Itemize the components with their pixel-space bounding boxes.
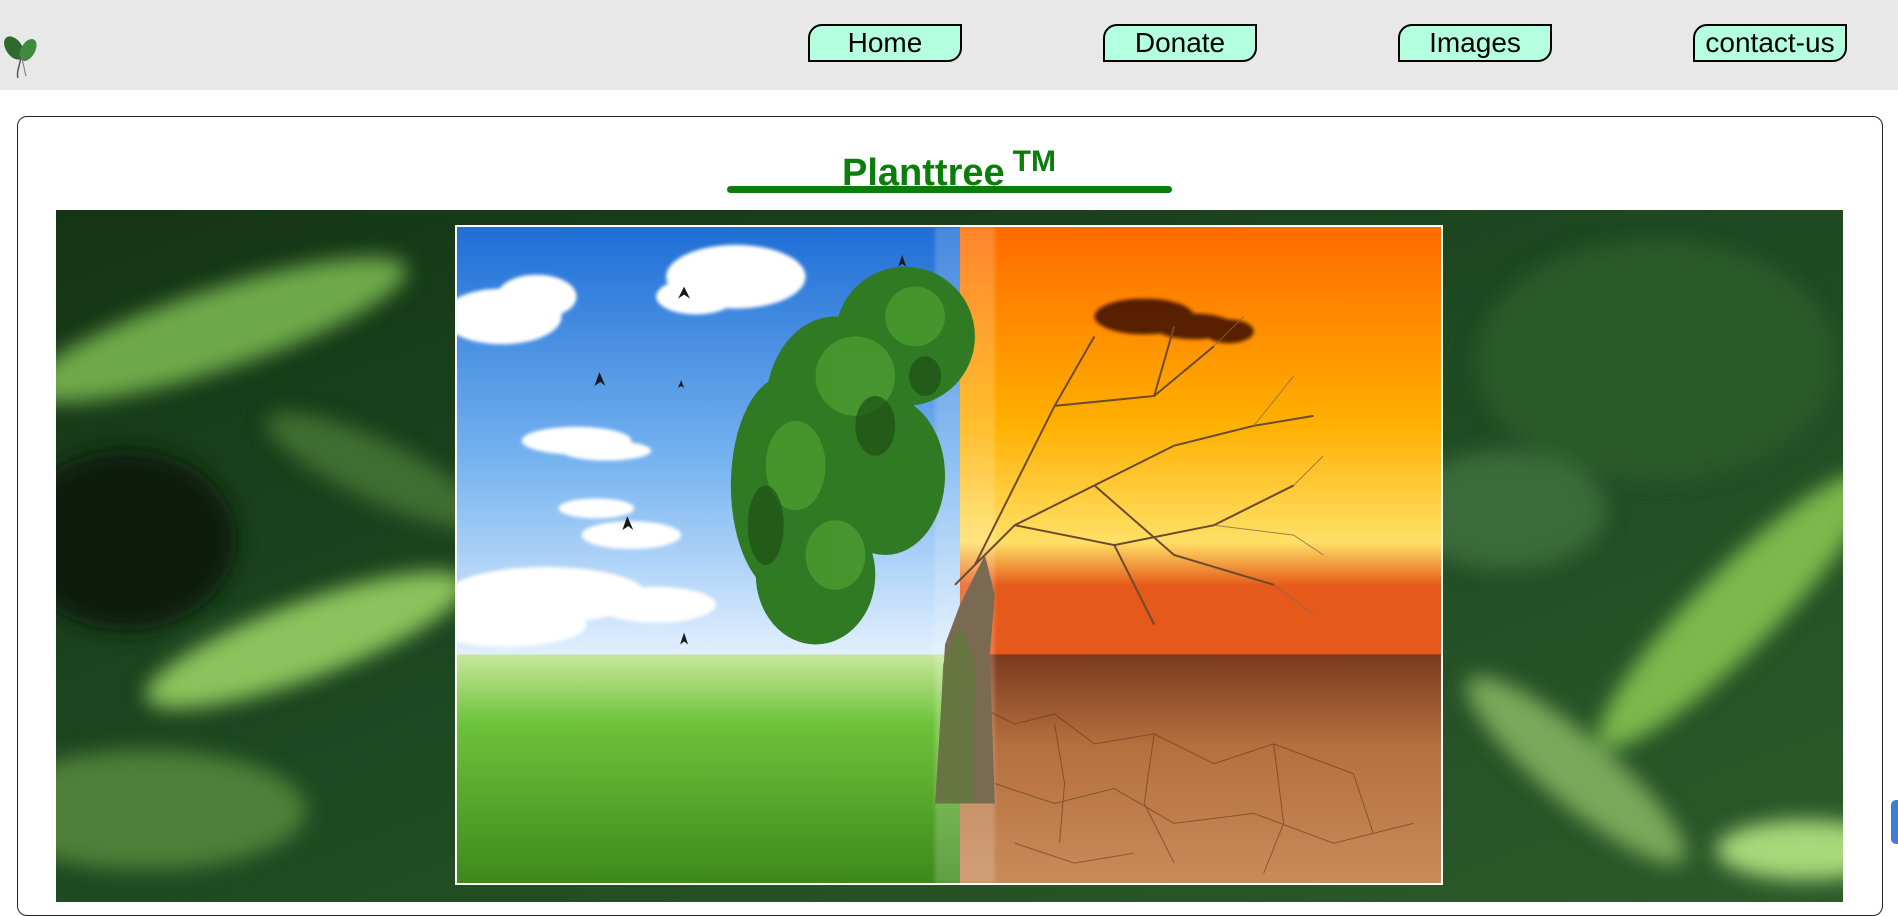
plant-logo-icon[interactable]: [2, 26, 42, 82]
hero-banner: [56, 210, 1843, 902]
top-navigation-bar: Home Donate Images contact-us: [0, 0, 1898, 90]
title-underline: [727, 186, 1172, 193]
trademark-mark: TM: [1012, 145, 1056, 178]
nav-images-button[interactable]: Images: [1398, 24, 1552, 62]
nav-contact-button[interactable]: contact-us: [1693, 24, 1847, 62]
hero-tree-photo: [455, 225, 1443, 885]
nav-home-button[interactable]: Home: [808, 24, 962, 62]
scroll-indicator[interactable]: [1891, 800, 1898, 844]
nav-donate-button[interactable]: Donate: [1103, 24, 1257, 62]
